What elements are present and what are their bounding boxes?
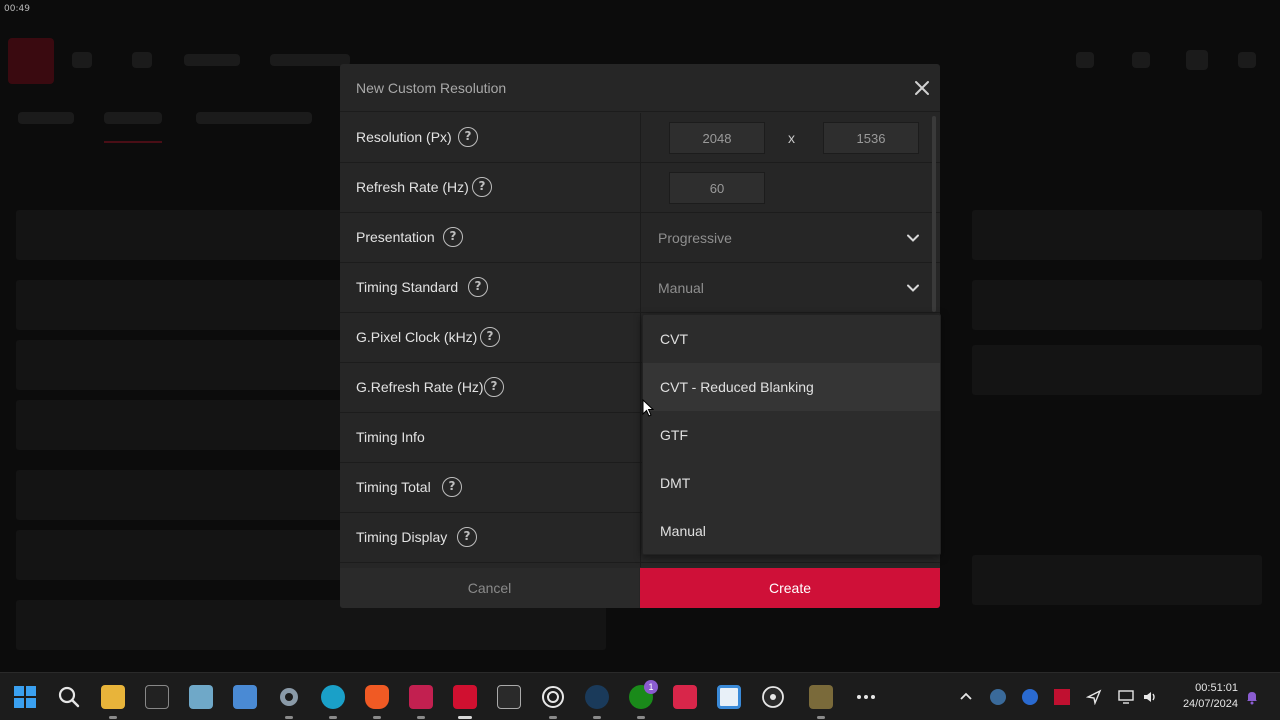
notepad-icon[interactable]: [717, 685, 741, 709]
network-icon[interactable]: [1118, 689, 1134, 705]
home-icon: [72, 52, 92, 68]
row-label: Timing Info: [356, 429, 425, 445]
timing-standard-select[interactable]: Manual: [658, 280, 704, 296]
overlay-clock: 00:49: [4, 4, 30, 14]
dialog-title: New Custom Resolution: [356, 80, 507, 96]
row-label: Presentation: [356, 229, 435, 245]
running-indicator: [417, 716, 425, 719]
forza-icon[interactable]: [409, 685, 433, 709]
gear-icon: [1186, 50, 1208, 70]
brave-icon[interactable]: [365, 685, 389, 709]
chevron-down-icon[interactable]: [906, 231, 920, 245]
amd-logo: [8, 38, 54, 84]
resolution-height-input[interactable]: [823, 122, 919, 154]
refresh-rate-input[interactable]: [669, 172, 765, 204]
help-icon[interactable]: ?: [484, 377, 504, 397]
steam-tray-icon[interactable]: [990, 689, 1006, 705]
dropdown-option-manual[interactable]: Manual: [643, 507, 940, 555]
search-icon[interactable]: [57, 685, 81, 709]
resolution-width-input[interactable]: [669, 122, 765, 154]
running-indicator: [373, 716, 381, 719]
running-indicator: [329, 716, 337, 719]
row-label: Timing Total: [356, 479, 431, 495]
file-explorer-icon[interactable]: [101, 685, 125, 709]
close-icon[interactable]: [912, 78, 932, 98]
running-indicator: [593, 716, 601, 719]
presentation-select[interactable]: Progressive: [658, 230, 732, 246]
running-indicator: [637, 716, 645, 719]
running-indicator: [285, 716, 293, 719]
help-icon[interactable]: ?: [480, 327, 500, 347]
row-label: Timing Standard: [356, 279, 459, 295]
tab-video: [196, 112, 312, 124]
bg-row: [972, 345, 1262, 395]
obs-icon[interactable]: [761, 685, 785, 709]
tray-time[interactable]: 00:51:01: [1170, 682, 1238, 694]
help-icon[interactable]: ?: [458, 127, 478, 147]
row-label: Refresh Rate (Hz): [356, 179, 469, 195]
control-panel-icon[interactable]: [233, 685, 257, 709]
windows-start-icon[interactable]: [13, 685, 37, 709]
game-icon[interactable]: [809, 685, 833, 709]
create-button[interactable]: Create: [640, 568, 940, 608]
active-tab-indicator: [104, 141, 162, 143]
bg-row: [972, 280, 1262, 330]
row-label: G.Pixel Clock (kHz): [356, 329, 478, 345]
cancel-button[interactable]: Cancel: [340, 568, 639, 608]
chevron-down-icon[interactable]: [906, 281, 920, 295]
amd-tray-icon[interactable]: [1054, 689, 1070, 705]
help-icon[interactable]: ?: [468, 277, 488, 297]
notification-icon: [1132, 52, 1150, 68]
steam-icon[interactable]: [585, 685, 609, 709]
epic-games-icon[interactable]: [497, 685, 521, 709]
running-indicator: [817, 716, 825, 719]
more-icon[interactable]: [854, 685, 878, 709]
tab-display: [104, 112, 162, 124]
star-icon: [132, 52, 152, 68]
ubisoft-icon[interactable]: [541, 685, 565, 709]
dialog-scrollbar[interactable]: [932, 116, 936, 312]
taskbar: 00:51:01 24/07/2024: [0, 672, 1280, 720]
terminal-icon[interactable]: [145, 685, 169, 709]
running-indicator: [109, 716, 117, 719]
edge-icon[interactable]: [321, 685, 345, 709]
row-label: Resolution (Px): [356, 129, 452, 145]
dropdown-option-dmt[interactable]: DMT: [643, 459, 940, 507]
photos-icon[interactable]: [189, 685, 213, 709]
active-indicator: [458, 716, 472, 719]
help-icon[interactable]: ?: [442, 477, 462, 497]
amd-adrenalin-icon[interactable]: [453, 685, 477, 709]
dropdown-option-cvt[interactable]: CVT: [643, 315, 940, 363]
xbox-notification-badge: 1: [644, 680, 658, 694]
notification-bell-icon[interactable]: [1244, 689, 1260, 705]
bluetooth-icon[interactable]: [1022, 689, 1038, 705]
chevron-up-icon[interactable]: [958, 689, 974, 705]
tray-date[interactable]: 24/07/2024: [1170, 698, 1238, 710]
running-indicator: [549, 716, 557, 719]
location-icon[interactable]: [1086, 689, 1102, 705]
dropdown-option-cvt-reduced-blanking[interactable]: CVT - Reduced Blanking: [643, 363, 940, 411]
help-icon[interactable]: ?: [472, 177, 492, 197]
resolution-separator: x: [788, 130, 795, 146]
nav-item-gaming: [184, 54, 240, 66]
volume-icon[interactable]: [1142, 689, 1158, 705]
autodesk-icon[interactable]: [673, 685, 697, 709]
row-label: Timing Display: [356, 529, 448, 545]
dropdown-option-gtf[interactable]: GTF: [643, 411, 940, 459]
column-divider: [640, 113, 641, 567]
mouse-cursor-icon: [642, 399, 654, 417]
help-icon[interactable]: ?: [443, 227, 463, 247]
help-icon[interactable]: ?: [457, 527, 477, 547]
tab-system: [18, 112, 74, 124]
bg-row: [972, 555, 1262, 605]
bell-icon: [1076, 52, 1094, 68]
user-icon: [1238, 52, 1256, 68]
row-label: G.Refresh Rate (Hz): [356, 379, 484, 395]
nav-item-streaming: [270, 54, 350, 66]
timing-standard-dropdown: CVT CVT - Reduced Blanking GTF DMT Manua…: [642, 314, 941, 555]
bg-row: [972, 210, 1262, 260]
settings-icon[interactable]: [277, 685, 301, 709]
dialog-header: New Custom Resolution: [340, 64, 940, 112]
